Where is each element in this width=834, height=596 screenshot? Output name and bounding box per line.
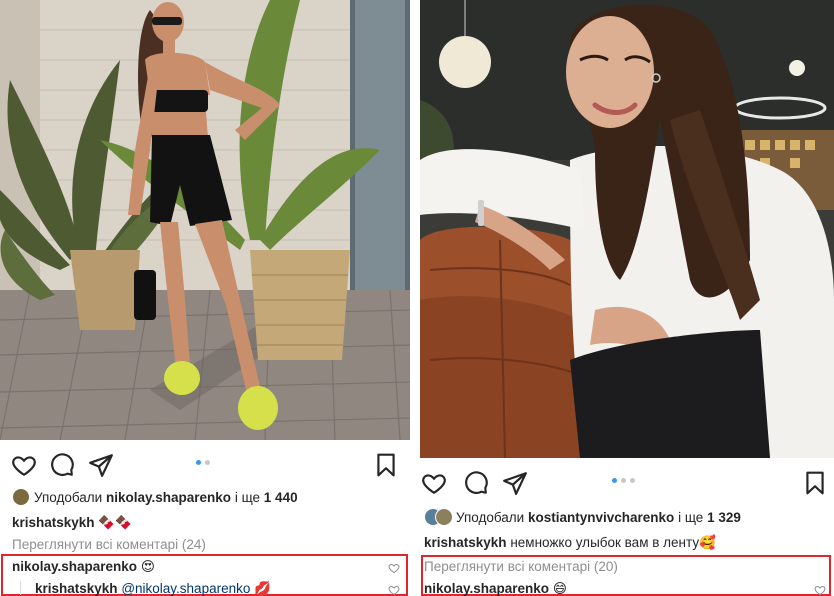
likes-count[interactable]: 1 329	[707, 510, 741, 525]
share-icon[interactable]	[88, 452, 114, 478]
view-all-comments-label: Переглянути всі коментарі (24)	[12, 537, 206, 552]
carousel-dot	[205, 460, 210, 465]
view-all-comments-label: Переглянути всі коментарі (20)	[424, 559, 618, 574]
liker-avatar[interactable]	[12, 488, 30, 506]
photo-street-scene	[0, 0, 410, 440]
reply-mention[interactable]: @nikolay.shaparenko	[121, 581, 250, 596]
post-photo-left[interactable]	[0, 0, 410, 440]
post-actions-left	[0, 448, 410, 480]
bookmark-icon[interactable]	[802, 470, 828, 496]
carousel-indicator	[612, 478, 635, 483]
view-all-comments-link[interactable]: Переглянути всі коментарі (24)	[12, 536, 398, 554]
reply-text: 💋	[254, 581, 271, 596]
liker-avatars[interactable]	[424, 508, 454, 526]
likes-prefix: Уподобали	[34, 490, 103, 505]
comment-like-icon[interactable]	[388, 562, 400, 574]
comment-row: nikolay.shaparenko 😍	[12, 558, 398, 576]
caption: krishatskykh 🍫🍫	[12, 514, 398, 532]
carousel-dot	[630, 478, 635, 483]
likes-middle: і ще	[678, 510, 704, 525]
reply-thread-line	[20, 581, 21, 595]
comment-text: 😍	[140, 559, 155, 574]
caption-username[interactable]: krishatskykh	[424, 535, 507, 550]
comment-reply-row: krishatskykh @nikolay.shaparenko 💋	[20, 580, 398, 596]
comment-text: 😄	[552, 581, 567, 596]
liker-username[interactable]: nikolay.shaparenko	[106, 490, 231, 505]
reply-like-icon[interactable]	[388, 584, 400, 596]
post-left: Уподобали nikolay.shaparenko і ще 1 440 …	[0, 0, 410, 596]
carousel-dot-active	[196, 460, 201, 465]
likes-count[interactable]: 1 440	[264, 490, 298, 505]
comment-icon[interactable]	[463, 470, 489, 496]
reply-username[interactable]: krishatskykh	[35, 581, 118, 596]
carousel-dot	[621, 478, 626, 483]
view-all-comments-link[interactable]: Переглянути всі коментарі (20)	[424, 558, 822, 576]
caption-username[interactable]: krishatskykh	[12, 515, 95, 530]
caption: krishatskykh немножко улыбок вам в ленту…	[424, 534, 822, 552]
post-actions-right	[420, 466, 834, 498]
likes-line: Уподобали kostiantynvivcharenko і ще 1 3…	[424, 508, 822, 527]
comment-icon[interactable]	[49, 452, 75, 478]
heart-icon[interactable]	[421, 470, 447, 496]
carousel-dot-active	[612, 478, 617, 483]
caption-text: немножко улыбок вам в ленту🥰	[510, 535, 716, 550]
comment-row: nikolay.shaparenko 😄	[424, 580, 822, 596]
post-photo-right[interactable]	[420, 0, 834, 458]
bookmark-icon[interactable]	[373, 452, 399, 478]
share-icon[interactable]	[502, 470, 528, 496]
comment-username[interactable]: nikolay.shaparenko	[424, 581, 549, 596]
likes-line: Уподобали nikolay.shaparenko і ще 1 440	[12, 488, 398, 507]
likes-prefix: Уподобали	[456, 510, 525, 525]
carousel-indicator	[196, 460, 210, 465]
comment-like-icon[interactable]	[814, 584, 826, 596]
caption-text: 🍫🍫	[98, 515, 132, 530]
post-right: Уподобали kostiantynvivcharenko і ще 1 3…	[420, 0, 834, 596]
heart-icon[interactable]	[11, 452, 37, 478]
photo-cafe-portrait	[420, 0, 834, 458]
comment-username[interactable]: nikolay.shaparenko	[12, 559, 137, 574]
liker-username[interactable]: kostiantynvivcharenko	[528, 510, 674, 525]
likes-middle: і ще	[234, 490, 261, 505]
